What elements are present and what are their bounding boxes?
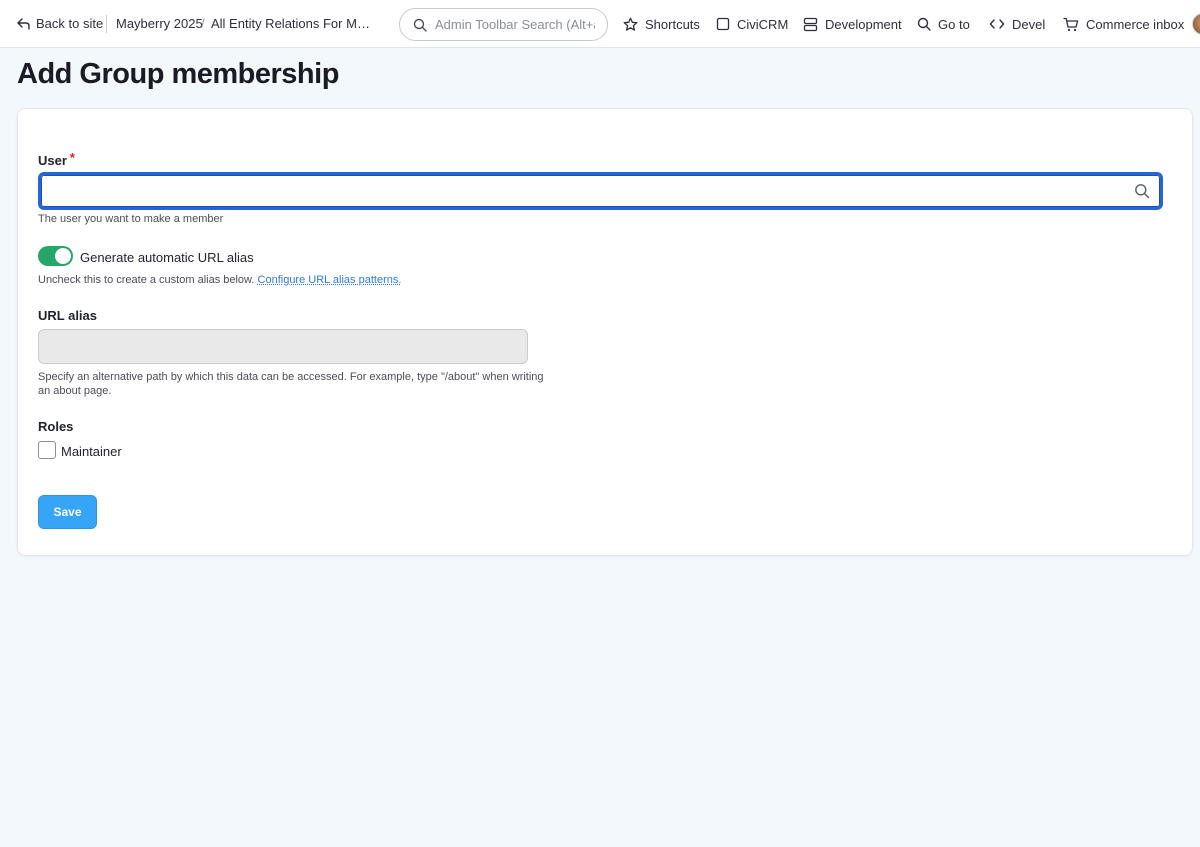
url-alias-toggle-description: Uncheck this to create a custom alias be… bbox=[38, 273, 401, 287]
breadcrumb-label: Mayberry 2025 bbox=[116, 16, 203, 31]
toolbar-item-label: Go to bbox=[938, 16, 970, 32]
user-avatar[interactable] bbox=[1192, 13, 1200, 35]
server-icon bbox=[803, 17, 818, 32]
roles-label: Roles bbox=[38, 419, 74, 434]
admin-toolbar-search[interactable] bbox=[399, 8, 608, 41]
user-autocomplete-field[interactable] bbox=[38, 172, 1163, 210]
user-field-label: User * bbox=[38, 150, 75, 168]
maintainer-checkbox-label[interactable]: Maintainer bbox=[61, 444, 122, 459]
search-icon bbox=[917, 17, 931, 31]
breadcrumb-separator: / bbox=[201, 0, 205, 48]
generate-url-alias-label: Generate automatic URL alias bbox=[80, 250, 254, 265]
configure-url-alias-link[interactable]: Configure URL alias patterns. bbox=[258, 274, 402, 286]
toolbar-item-go-to[interactable]: Go to bbox=[917, 0, 970, 48]
toolbar-item-label: Commerce inbox bbox=[1086, 16, 1185, 32]
cart-icon bbox=[1063, 17, 1079, 32]
required-marker: * bbox=[69, 150, 75, 165]
toolbar-item-label: Shortcuts bbox=[645, 16, 700, 32]
breadcrumb-separator-text: / bbox=[201, 16, 205, 31]
toggle-description-text: Uncheck this to create a custom alias be… bbox=[38, 274, 255, 286]
maintainer-checkbox[interactable] bbox=[38, 441, 56, 459]
admin-toolbar: Back to site Mayberry 2025 / All Entity … bbox=[0, 0, 1200, 48]
toolbar-item-development[interactable]: Development bbox=[803, 0, 902, 48]
breadcrumb-item-entity-relations[interactable]: All Entity Relations For Mayb... bbox=[211, 0, 377, 48]
url-alias-description: Specify an alternative path by which thi… bbox=[38, 370, 598, 398]
save-button[interactable]: Save bbox=[38, 495, 97, 529]
url-alias-description-line: an about page. bbox=[38, 385, 112, 397]
back-arrow-icon bbox=[17, 17, 30, 30]
url-alias-description-line: Specify an alternative path by which thi… bbox=[38, 371, 544, 383]
user-field-description: The user you want to make a member bbox=[38, 213, 224, 225]
toolbar-item-shortcuts[interactable]: Shortcuts bbox=[623, 0, 700, 48]
star-icon bbox=[623, 17, 638, 32]
toolbar-item-devel[interactable]: Devel bbox=[989, 0, 1045, 48]
admin-toolbar-search-input[interactable] bbox=[435, 17, 595, 32]
back-to-site-label: Back to site bbox=[36, 16, 104, 31]
toolbar-item-label: Devel bbox=[1012, 16, 1046, 32]
page-title: Add Group membership bbox=[17, 58, 339, 90]
url-alias-label: URL alias bbox=[38, 308, 98, 323]
toolbar-item-label: CiviCRM bbox=[737, 16, 789, 32]
toggle-knob bbox=[55, 248, 71, 264]
group-membership-form: User * The user you want to make a member… bbox=[17, 108, 1193, 556]
square-icon bbox=[716, 17, 730, 31]
toolbar-item-label: Development bbox=[825, 16, 902, 32]
breadcrumb-item-mayberry[interactable]: Mayberry 2025 bbox=[116, 0, 203, 48]
search-icon bbox=[413, 18, 427, 32]
user-label-text: User bbox=[38, 153, 67, 168]
url-alias-input[interactable] bbox=[38, 329, 528, 364]
toolbar-item-civicrm[interactable]: CiviCRM bbox=[716, 0, 788, 48]
generate-url-alias-toggle[interactable] bbox=[38, 246, 73, 266]
user-input[interactable] bbox=[49, 179, 1129, 203]
code-icon bbox=[989, 18, 1005, 30]
back-to-site-link[interactable]: Back to site bbox=[17, 0, 103, 48]
toolbar-divider bbox=[106, 15, 107, 33]
breadcrumb-label: All Entity Relations For Mayb... bbox=[211, 16, 377, 31]
toolbar-item-commerce-inbox[interactable]: Commerce inbox bbox=[1063, 0, 1184, 48]
search-icon bbox=[1134, 183, 1150, 204]
